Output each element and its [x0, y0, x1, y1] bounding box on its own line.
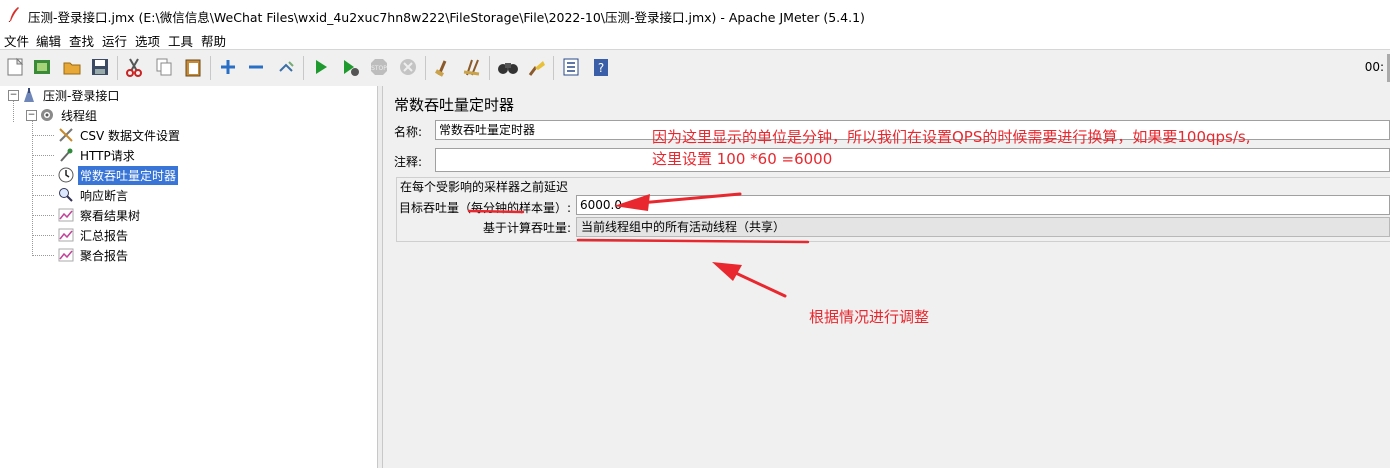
- save-icon[interactable]: [88, 55, 112, 79]
- tree-connector: [32, 215, 54, 216]
- collapse-icon[interactable]: [244, 55, 268, 79]
- tree-label: HTTP请求: [80, 148, 135, 163]
- window-title: 压测-登录接口.jmx (E:\微信信息\WeChat Files\wxid_4…: [28, 10, 865, 25]
- tree-connector: [32, 235, 54, 236]
- tree-node-thread-group[interactable]: 线程组: [38, 106, 99, 124]
- menu-run[interactable]: 运行: [102, 31, 127, 50]
- tree-node-response-assertion[interactable]: 响应断言: [57, 186, 130, 204]
- menu-options[interactable]: 选项: [135, 31, 160, 50]
- collapse-root-toggle[interactable]: −: [8, 90, 19, 101]
- name-label: 名称:: [394, 125, 423, 139]
- help-icon[interactable]: ?: [589, 55, 613, 79]
- copy-icon[interactable]: [152, 55, 176, 79]
- graph-icon: [57, 206, 75, 224]
- menu-file[interactable]: 文件: [4, 31, 29, 50]
- tree-label: 汇总报告: [80, 228, 129, 243]
- group-title: 在每个受影响的采样器之前延迟: [400, 180, 569, 194]
- annotation-calculation: 这里设置 100 *60 =6000: [652, 150, 833, 168]
- test-plan-icon: [20, 86, 38, 104]
- search-icon[interactable]: [496, 55, 520, 79]
- graph-icon: [57, 226, 75, 244]
- based-on-label: 基于计算吞吐量:: [483, 221, 572, 235]
- tree-label: 察看结果树: [80, 208, 141, 223]
- tools-icon: [57, 126, 75, 144]
- toolbar-separator: [489, 56, 490, 80]
- svg-text:?: ?: [598, 61, 604, 75]
- jmeter-feather-icon: [8, 6, 20, 25]
- pipette-icon: [57, 146, 75, 164]
- tree-node-summary-report[interactable]: 汇总报告: [57, 226, 130, 244]
- elapsed-time: 00:: [1364, 60, 1384, 74]
- tree-connector: [32, 255, 54, 256]
- paste-icon[interactable]: [181, 55, 205, 79]
- comment-label: 注释:: [394, 155, 423, 169]
- reset-search-icon[interactable]: [524, 55, 548, 79]
- timer-settings-panel: 常数吞吐量定时器 名称: 常数吞吐量定时器 注释: 在每个受影响的采样器之前延迟…: [383, 86, 1390, 468]
- gear-icon: [38, 106, 56, 124]
- clear-icon[interactable]: [431, 55, 455, 79]
- tree-connector: [32, 155, 54, 156]
- function-helper-icon[interactable]: [559, 55, 583, 79]
- tree-node-csv-data-set[interactable]: CSV 数据文件设置: [57, 126, 182, 144]
- graph-icon: [57, 246, 75, 264]
- toolbar-separator: [553, 56, 554, 80]
- toolbar-separator: [303, 56, 304, 80]
- toolbar: STOP ? 00:: [0, 49, 1390, 87]
- toggle-icon[interactable]: [274, 55, 298, 79]
- menu-edit[interactable]: 编辑: [36, 31, 61, 50]
- shutdown-icon[interactable]: [396, 55, 420, 79]
- tree-label: CSV 数据文件设置: [80, 128, 181, 143]
- tree-label: 线程组: [61, 108, 98, 123]
- target-label-suffix: ）:: [555, 201, 572, 215]
- timer-clock-icon: [57, 166, 75, 184]
- target-throughput-field[interactable]: 6000.0: [576, 195, 1390, 215]
- magnifier-icon: [57, 186, 75, 204]
- tree-node-aggregate-report[interactable]: 聚合报告: [57, 246, 130, 264]
- toolbar-separator: [210, 56, 211, 80]
- new-icon[interactable]: [3, 55, 27, 79]
- tree-label: 聚合报告: [80, 248, 129, 263]
- clear-all-icon[interactable]: [460, 55, 484, 79]
- svg-text:STOP: STOP: [371, 65, 387, 72]
- collapse-thread-group-toggle[interactable]: −: [26, 110, 37, 121]
- tree-node-constant-throughput-timer[interactable]: 常数吞吐量定时器: [57, 165, 179, 185]
- open-icon[interactable]: [60, 55, 84, 79]
- comment-field[interactable]: [435, 148, 1390, 172]
- start-icon[interactable]: [309, 55, 333, 79]
- tree-label: 压测-登录接口: [43, 88, 120, 103]
- tree-connector: [32, 175, 54, 176]
- test-plan-tree: − 压测-登录接口 − 线程组 CSV 数据文件设置 HTTP请求 常数吞吐量定…: [0, 86, 378, 468]
- based-on-select[interactable]: 当前线程组中的所有活动线程（共享）: [576, 217, 1390, 237]
- menu-tools[interactable]: 工具: [168, 31, 193, 50]
- annotation-adjust-note: 根据情况进行调整: [809, 308, 930, 326]
- target-label-prefix: 目标吞吐量（: [399, 201, 472, 215]
- expand-icon[interactable]: [216, 55, 240, 79]
- tree-label: 响应断言: [80, 188, 129, 203]
- tree-connector: [32, 135, 54, 136]
- target-label-unit: 每分钟的样本量: [471, 201, 556, 215]
- title-bar: 压测-登录接口.jmx (E:\微信信息\WeChat Files\wxid_4…: [0, 0, 1390, 30]
- tree-node-http-request[interactable]: HTTP请求: [57, 146, 137, 164]
- menu-search[interactable]: 查找: [69, 31, 94, 50]
- toolbar-separator: [425, 56, 426, 80]
- menu-help[interactable]: 帮助: [201, 31, 226, 50]
- menu-bar: 文件 编辑 查找 运行 选项 工具 帮助: [0, 30, 1390, 49]
- target-throughput-label: 目标吞吐量（每分钟的样本量）:: [399, 199, 571, 216]
- tree-connector: [32, 195, 54, 196]
- tree-label: 常数吞吐量定时器: [78, 165, 179, 185]
- cut-icon[interactable]: [122, 55, 146, 79]
- templates-icon[interactable]: [30, 55, 54, 79]
- tree-node-view-results-tree[interactable]: 察看结果树: [57, 206, 142, 224]
- annotation-unit-note: 因为这里显示的单位是分钟，所以我们在设置QPS的时候需要进行换算，如果要100q…: [652, 128, 1251, 146]
- stop-icon[interactable]: STOP: [367, 55, 391, 79]
- toolbar-separator: [117, 56, 118, 80]
- panel-title: 常数吞吐量定时器: [394, 96, 515, 114]
- tree-node-test-plan[interactable]: 压测-登录接口: [20, 86, 121, 104]
- start-no-pause-icon[interactable]: [338, 55, 362, 79]
- tree-connector: [13, 100, 14, 122]
